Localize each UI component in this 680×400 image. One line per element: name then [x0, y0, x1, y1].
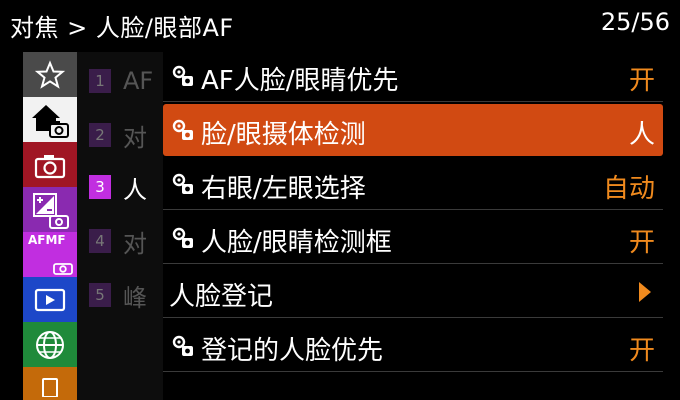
breadcrumb: 对焦 > 人脸/眼部AF — [10, 14, 234, 42]
globe-icon — [36, 330, 64, 359]
card-icon — [42, 377, 58, 397]
sublist-item[interactable]: 1 AF — [89, 64, 169, 98]
menu-item-value: 人 — [628, 120, 655, 150]
menu-item-af-face-eye-priority[interactable]: AF人脸/眼睛优先 开 — [163, 50, 663, 102]
menu-item-right-left-eye[interactable]: 右眼/左眼选择 自动 — [163, 158, 663, 210]
sublist-label: 对 — [123, 123, 147, 152]
menu-item-value: 开 — [628, 66, 655, 96]
menu-item-value: 自动 — [602, 174, 655, 204]
menu-item-value: 开 — [628, 336, 655, 366]
menu-item-label: 人脸登记 — [169, 282, 274, 312]
tab-setup[interactable] — [23, 367, 77, 400]
setting-icon — [172, 65, 193, 86]
setting-icon — [172, 119, 193, 140]
settings-menu: AF人脸/眼睛优先 开 脸/眼摄体检测 人 右眼/左眼选择 自动 人脸/眼睛检测… — [163, 50, 668, 400]
menu-item-value: 开 — [628, 228, 655, 258]
sublist-label: 对 — [123, 229, 147, 258]
tab-shooting[interactable] — [23, 142, 77, 187]
menu-item-face-eye-frame[interactable]: 人脸/眼睛检测框 开 — [163, 212, 663, 264]
setting-icon — [172, 335, 193, 356]
tab-playback[interactable] — [23, 277, 77, 322]
page-sublist: 1 AF 2 对 3 人 4 对 5 峰 — [77, 52, 163, 400]
camera-icon — [53, 263, 73, 275]
menu-item-label: AF人脸/眼睛优先 — [201, 66, 399, 96]
sublist-item[interactable]: 4 对 — [89, 224, 169, 258]
afmf-icon: AFMF — [28, 233, 66, 247]
star-icon — [35, 59, 65, 89]
home-camera-icon — [32, 104, 69, 138]
menu-item-subject-detection[interactable]: 脸/眼摄体检测 人 — [163, 104, 663, 156]
sublist-label: 峰 — [123, 283, 147, 312]
sublist-number: 1 — [89, 69, 111, 93]
camera-icon — [34, 154, 66, 178]
menu-item-label: 人脸/眼睛检测框 — [201, 228, 392, 258]
tab-home[interactable] — [23, 97, 77, 142]
menu-item-label: 脸/眼摄体检测 — [201, 120, 366, 150]
top-bar: 对焦 > 人脸/眼部AF 25/56 — [0, 0, 680, 50]
menu-item-label: 右眼/左眼选择 — [201, 174, 366, 204]
sublist-number: 5 — [89, 283, 111, 307]
play-icon — [34, 288, 66, 311]
sublist-label: AF — [123, 67, 154, 95]
tab-focus[interactable]: AFMF — [23, 232, 77, 277]
tab-favorites[interactable] — [23, 52, 77, 97]
menu-item-label: 登记的人脸优先 — [201, 336, 384, 366]
sublist-item-active[interactable]: 3 人 — [89, 170, 169, 204]
category-tabs: AFMF — [23, 52, 77, 400]
page-indicator: 25/56 — [600, 8, 670, 36]
tab-network[interactable] — [23, 322, 77, 367]
menu-item-registered-face-priority[interactable]: 登记的人脸优先 开 — [163, 320, 663, 372]
sublist-label: 人 — [123, 175, 147, 204]
sublist-item[interactable]: 5 峰 — [89, 278, 169, 312]
sublist-number: 4 — [89, 229, 111, 253]
tab-exposure[interactable] — [23, 187, 77, 232]
menu-item-face-registration[interactable]: 人脸登记 — [163, 266, 663, 318]
setting-icon — [172, 227, 193, 248]
sublist-item[interactable]: 2 对 — [89, 118, 169, 152]
sublist-number: 3 — [89, 175, 111, 199]
setting-icon — [172, 173, 193, 194]
exposure-icon — [33, 192, 69, 229]
sublist-number: 2 — [89, 123, 111, 147]
chevron-right-icon — [639, 282, 651, 302]
